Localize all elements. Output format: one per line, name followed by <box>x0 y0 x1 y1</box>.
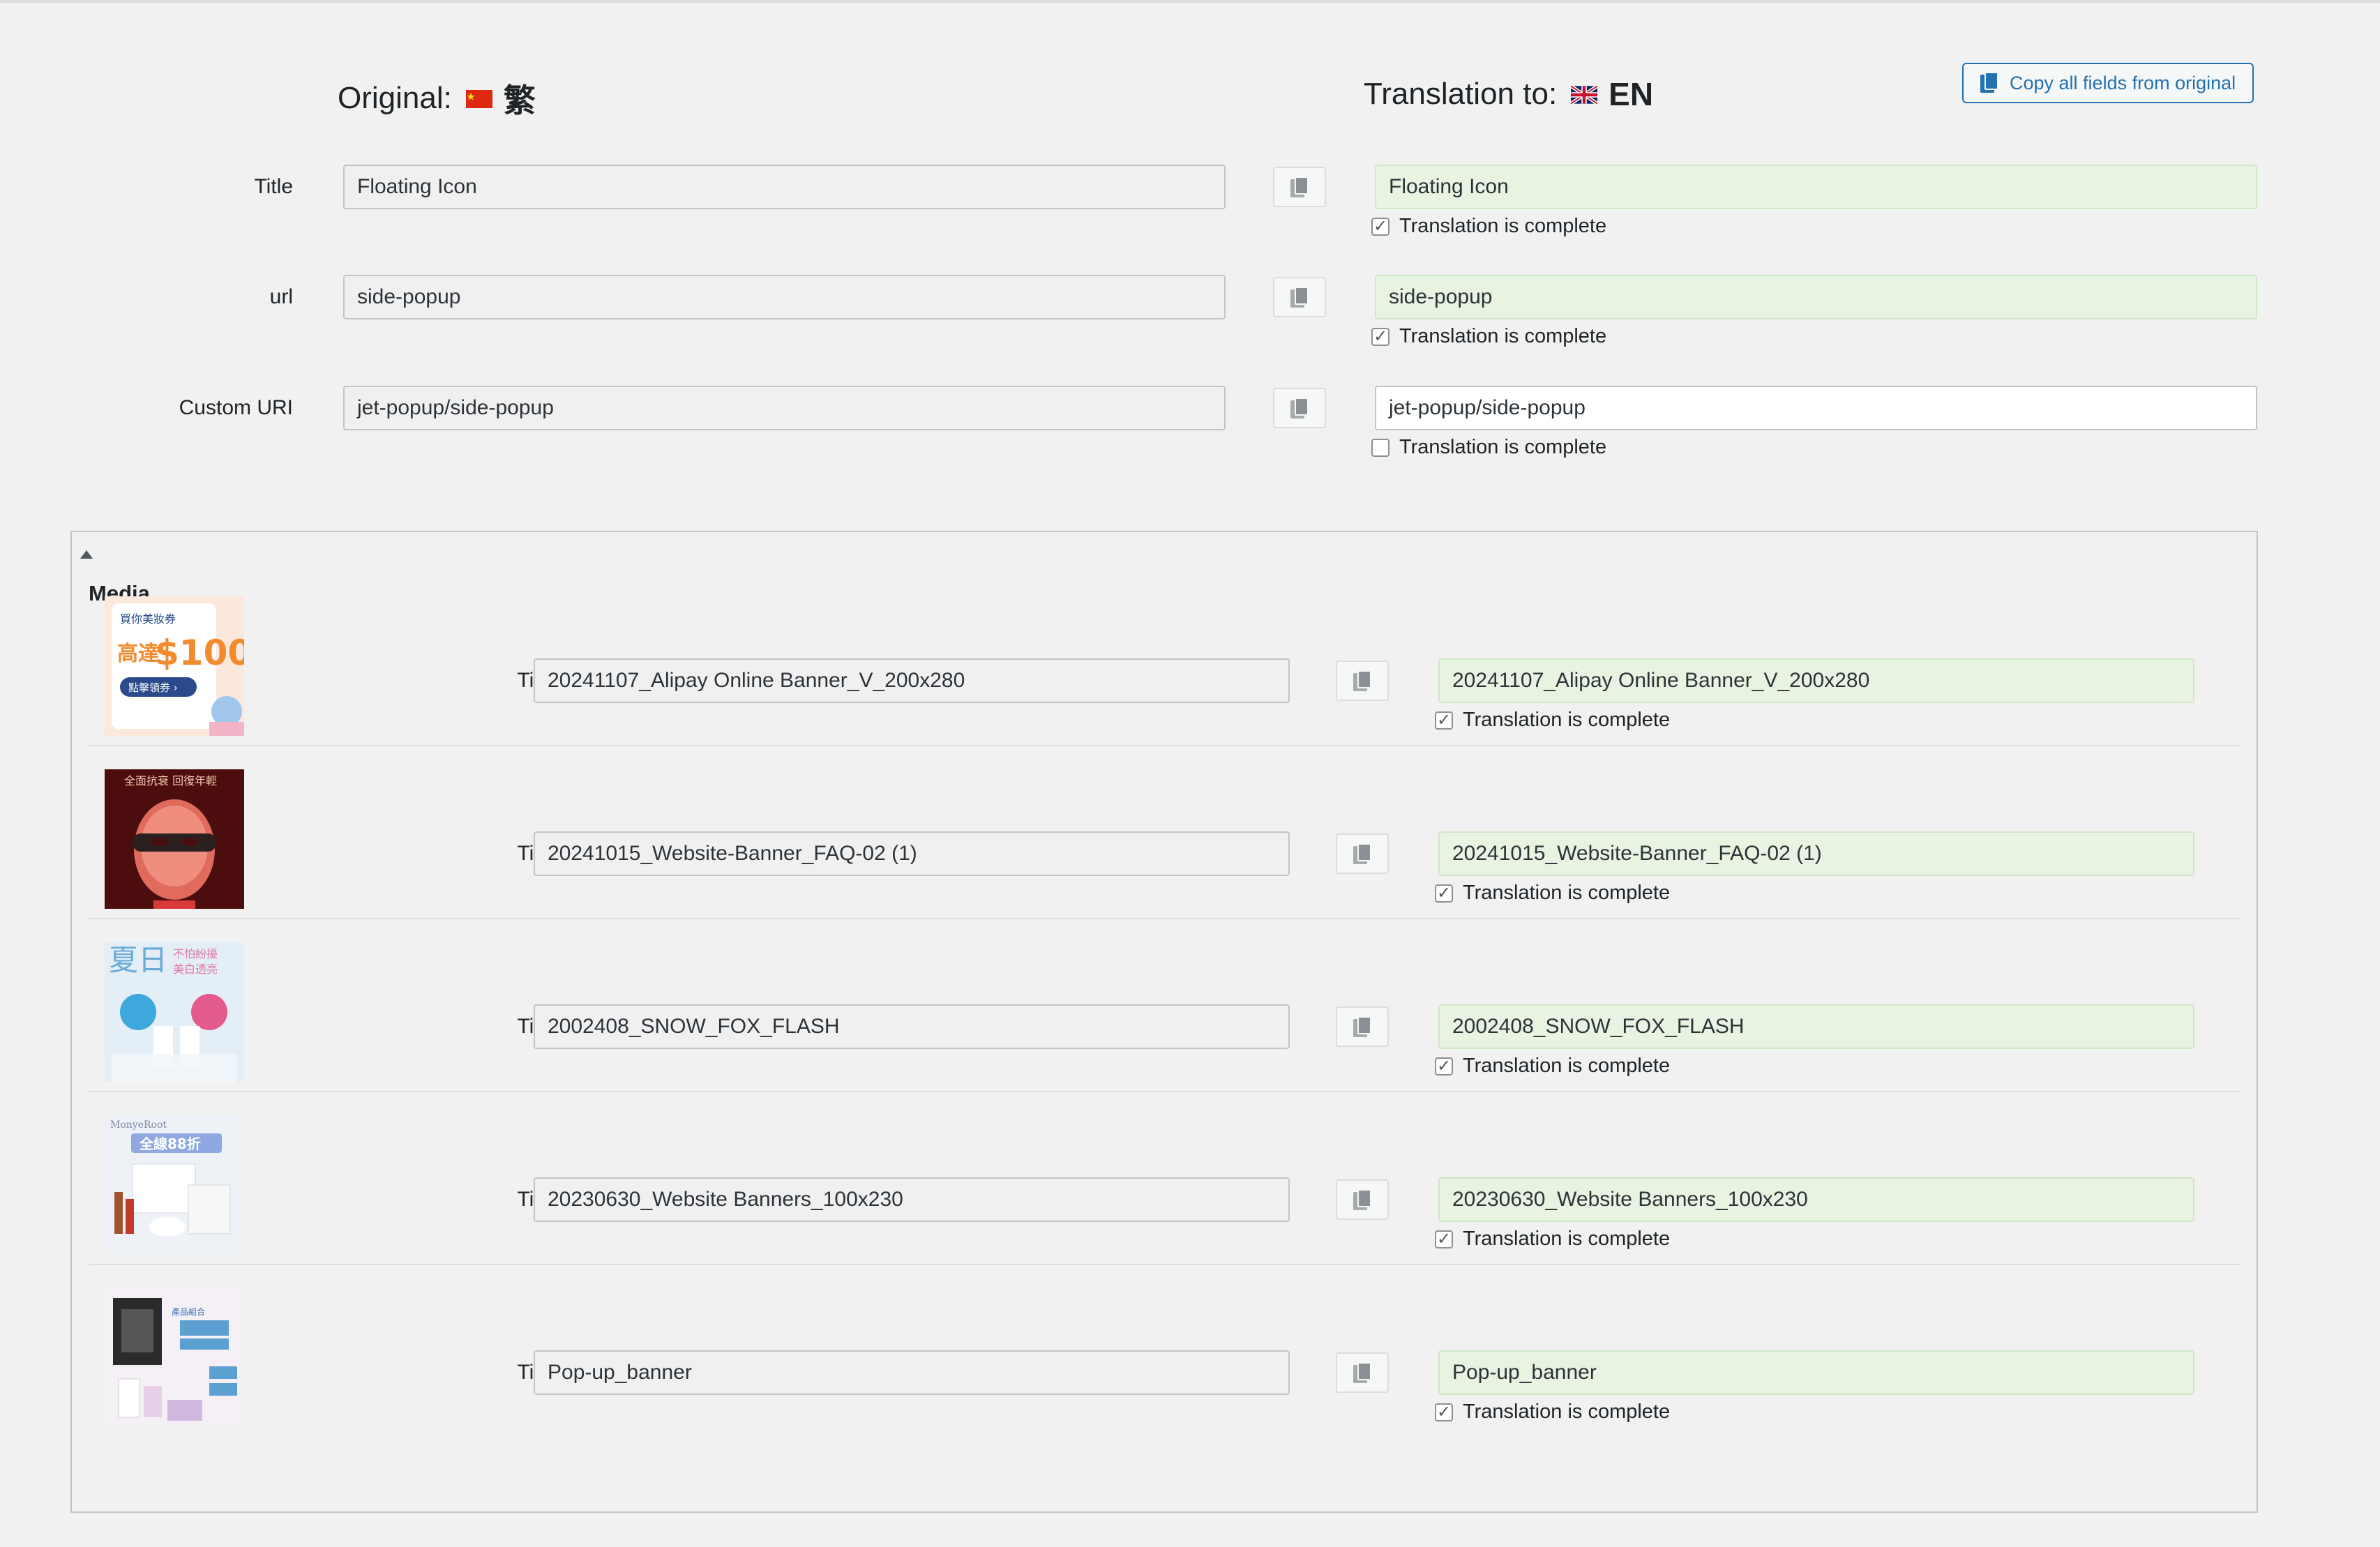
checkbox-label: Translation is complete <box>1463 882 1671 904</box>
copy-icon <box>1980 72 1998 94</box>
media-thumbnail: MonyeRoot 全線88折 <box>105 1115 244 1255</box>
translation-label: Translation to: <box>1364 77 1558 111</box>
translation-language: EN <box>1609 76 1654 112</box>
translation-header: Translation to: EN <box>1364 75 1653 113</box>
svg-text:不怕紛擾: 不怕紛擾 <box>173 947 218 960</box>
svg-text:高達: 高達 <box>117 642 159 666</box>
media-original-field: 2002408_SNOW_FOX_FLASH <box>534 1004 1290 1049</box>
media-original-field: 20230630_Website Banners_100x230 <box>534 1177 1290 1222</box>
svg-text:買你美妝券: 買你美妝券 <box>120 612 176 626</box>
media-translation-field[interactable]: 20230630_Website Banners_100x230 <box>1438 1177 2194 1222</box>
media-translation-complete-checkbox[interactable]: ✓ Translation is complete <box>1435 882 1670 905</box>
copy-field-button[interactable] <box>1273 388 1326 428</box>
media-translation-field[interactable]: 20241107_Alipay Online Banner_V_200x280 <box>1438 658 2194 703</box>
media-translation-field[interactable]: 20241015_Website-Banner_FAQ-02 (1) <box>1438 831 2194 876</box>
media-translation-complete-checkbox[interactable]: ✓ Translation is complete <box>1435 1055 1670 1078</box>
checkbox-label: Translation is complete <box>1399 215 1607 237</box>
field-label: url <box>269 285 293 308</box>
copy-icon <box>1290 398 1309 418</box>
checkbox-label: Translation is complete <box>1463 1055 1671 1077</box>
svg-text:MonyeRoot: MonyeRoot <box>110 1119 167 1131</box>
copy-icon <box>1353 670 1371 691</box>
checkbox-label: Translation is complete <box>1463 1401 1671 1423</box>
media-copy-field-button[interactable] <box>1336 1006 1389 1047</box>
checkbox-box[interactable]: ✓ <box>1435 711 1453 730</box>
media-panel: Media 買你美妝券高達$100點擊領券 ›Title20241107_Ali… <box>70 531 2258 1513</box>
original-header: Original: 繁 <box>338 75 536 121</box>
media-translation-field[interactable]: 2002408_SNOW_FOX_FLASH <box>1438 1004 2194 1049</box>
copy-field-button[interactable] <box>1273 277 1326 317</box>
checkbox-label: Translation is complete <box>1399 325 1607 347</box>
media-copy-field-button[interactable] <box>1336 1352 1389 1393</box>
media-row-separator <box>89 1091 2241 1092</box>
copy-icon <box>1353 843 1371 864</box>
original-field: jet-popup/side-popup <box>343 386 1226 430</box>
checkbox-box[interactable]: ✓ <box>1371 327 1389 346</box>
media-copy-field-button[interactable] <box>1336 833 1389 874</box>
translation-field[interactable]: side-popup <box>1375 275 2257 319</box>
field-label: Title <box>254 175 293 198</box>
media-copy-field-button[interactable] <box>1336 661 1389 701</box>
china-flag-icon <box>465 81 492 116</box>
checkbox-box[interactable]: ✓ <box>1435 1403 1453 1421</box>
field-label: Custom URI <box>179 396 293 419</box>
copy-all-fields-button[interactable]: Copy all fields from original <box>1962 63 2254 103</box>
media-row-separator <box>89 918 2241 919</box>
translation-field[interactable]: jet-popup/side-popup <box>1375 386 2257 430</box>
checkbox-label: Translation is complete <box>1463 1228 1671 1250</box>
svg-text:點擊領券 ›: 點擊領券 › <box>128 681 178 694</box>
translation-complete-checkbox[interactable]: ✓ Translation is complete <box>1371 325 1606 348</box>
media-translation-complete-checkbox[interactable]: ✓ Translation is complete <box>1435 709 1670 732</box>
copy-icon <box>1353 1362 1371 1383</box>
translation-complete-checkbox[interactable]: Translation is complete <box>1371 436 1606 459</box>
copy-icon <box>1290 176 1309 197</box>
checkbox-box[interactable]: ✓ <box>1435 884 1453 903</box>
checkbox-label: Translation is complete <box>1463 709 1671 731</box>
translation-complete-checkbox[interactable]: ✓ Translation is complete <box>1371 215 1606 238</box>
media-row-separator <box>89 745 2241 746</box>
original-field: side-popup <box>343 275 1226 319</box>
media-copy-field-button[interactable] <box>1336 1179 1389 1220</box>
checkbox-box[interactable]: ✓ <box>1435 1057 1453 1076</box>
media-translation-complete-checkbox[interactable]: ✓ Translation is complete <box>1435 1401 1670 1424</box>
svg-text:產品組合: 產品組合 <box>172 1306 205 1317</box>
media-translation-complete-checkbox[interactable]: ✓ Translation is complete <box>1435 1228 1670 1251</box>
original-label: Original: <box>338 81 452 115</box>
media-thumbnail: 買你美妝券高達 $100 點擊領券 › <box>105 596 244 736</box>
checkbox-box[interactable]: ✓ <box>1435 1230 1453 1248</box>
svg-text:全面抗衰 回復年輕: 全面抗衰 回復年輕 <box>124 774 217 787</box>
checkbox-label: Translation is complete <box>1399 436 1607 458</box>
checkbox-box[interactable]: ✓ <box>1371 217 1389 236</box>
copy-icon <box>1353 1016 1371 1037</box>
original-language: 繁 <box>503 82 536 119</box>
media-original-field: 20241015_Website-Banner_FAQ-02 (1) <box>534 831 1290 876</box>
media-row-separator <box>89 1264 2241 1265</box>
svg-text:美白透亮: 美白透亮 <box>173 963 218 976</box>
svg-text:$100: $100 <box>155 633 244 673</box>
copy-icon <box>1290 287 1309 308</box>
top-border <box>0 0 2380 3</box>
copy-field-button[interactable] <box>1273 167 1326 207</box>
media-original-field: 20241107_Alipay Online Banner_V_200x280 <box>534 658 1290 703</box>
original-field: Floating Icon <box>343 165 1226 209</box>
media-thumbnail: 全面抗衰 回復年輕 <box>105 769 244 909</box>
media-original-field: Pop-up_banner <box>534 1350 1290 1395</box>
svg-text:夏日: 夏日 <box>109 943 167 977</box>
svg-text:全線88折: 全線88折 <box>139 1135 201 1152</box>
checkbox-box[interactable] <box>1371 438 1389 457</box>
media-thumbnail: 夏日 不怕紛擾美白透亮 <box>105 942 244 1082</box>
collapse-arrow-icon[interactable] <box>80 550 93 559</box>
copy-icon <box>1353 1189 1371 1210</box>
translation-field[interactable]: Floating Icon <box>1375 165 2257 209</box>
media-translation-field[interactable]: Pop-up_banner <box>1438 1350 2194 1395</box>
copy-all-label: Copy all fields from original <box>2010 72 2236 93</box>
uk-flag-icon <box>1569 77 1599 112</box>
media-thumbnail: 產品組合 <box>105 1288 244 1428</box>
